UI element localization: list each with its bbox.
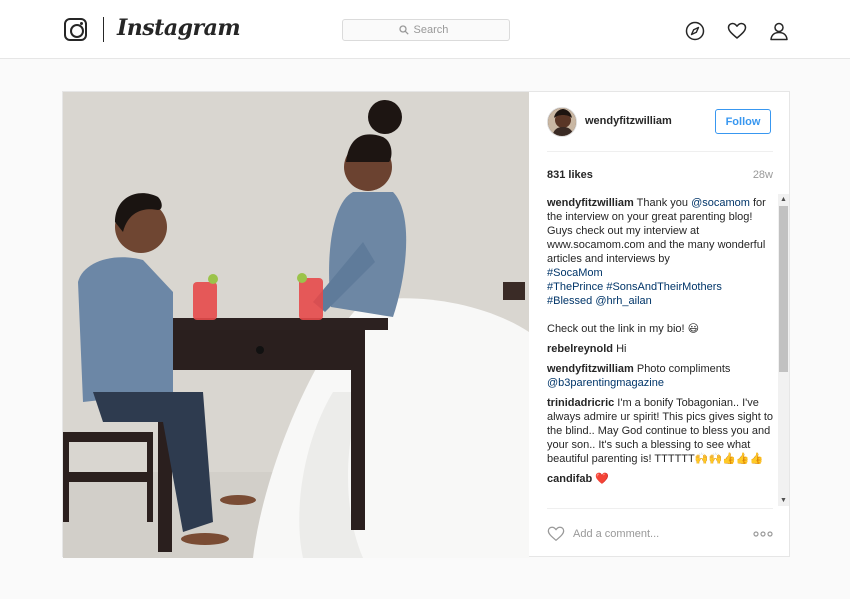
hashtag-link[interactable]: #ThePrince (547, 281, 603, 293)
post-photo[interactable] (63, 92, 529, 558)
post-age[interactable]: 28w (753, 169, 773, 181)
hashtag-link[interactable]: #SonsAndTheirMothers (606, 281, 722, 293)
top-nav: Instagram (0, 0, 850, 59)
comment-username[interactable]: candifab (547, 473, 592, 485)
scroll-down-arrow-icon[interactable]: ▼ (778, 495, 789, 506)
post-username[interactable]: wendyfitzwilliam (585, 115, 672, 127)
likes-count[interactable]: 831 likes (547, 169, 593, 181)
comments-list: wendyfitzwilliam Thank you @socamom for … (547, 196, 775, 502)
caption-text: Thank you (633, 197, 692, 209)
instagram-camera-icon[interactable] (64, 18, 87, 41)
scrollbar-thumb[interactable] (779, 206, 788, 372)
user-icon[interactable] (769, 21, 789, 41)
comment-username[interactable]: rebelreynold (547, 343, 613, 355)
hashtag-link[interactable]: #Blessed (547, 295, 592, 307)
add-comment-input[interactable] (573, 526, 733, 542)
heart-icon[interactable] (727, 21, 747, 41)
more-options-icon[interactable] (753, 527, 773, 541)
comment-text: Hi (613, 343, 627, 355)
follow-button[interactable]: Follow (715, 109, 771, 134)
search-box[interactable] (342, 19, 510, 41)
post-sidebar: wendyfitzwilliam Follow 831 likes 28w we… (529, 92, 791, 558)
comment-text: ❤️ (592, 473, 609, 485)
logo-divider (103, 17, 104, 42)
search-input[interactable] (413, 24, 454, 36)
hashtag-link[interactable]: #SocaMom (547, 267, 603, 279)
list-item: rebelreynold Hi (547, 342, 775, 356)
mention-link[interactable]: @socamom (691, 197, 750, 209)
avatar-portrait (548, 108, 576, 136)
caption-text: Check out the link in my bio! 😃 (547, 323, 700, 335)
comments-scrollbar[interactable]: ▲ ▼ (778, 194, 789, 506)
comment-username[interactable]: trinidadricric (547, 397, 614, 409)
scroll-up-arrow-icon[interactable]: ▲ (778, 194, 789, 205)
list-item: candifab ❤️ (547, 472, 775, 486)
post-card: wendyfitzwilliam Follow 831 likes 28w we… (62, 91, 791, 558)
caption: wendyfitzwilliam Thank you @socamom for … (547, 196, 775, 336)
search-icon (398, 25, 409, 35)
like-heart-icon[interactable] (547, 525, 565, 543)
post-header: wendyfitzwilliam Follow (547, 92, 773, 152)
comment-footer (547, 508, 773, 558)
mention-link[interactable]: @b3parentingmagazine (547, 377, 664, 389)
avatar[interactable] (547, 107, 577, 137)
comment-username[interactable]: wendyfitzwilliam (547, 363, 634, 375)
comment-text: Photo compliments (633, 363, 731, 375)
comment-username[interactable]: wendyfitzwilliam (547, 197, 634, 209)
list-item: trinidadricric I'm a bonify Tobagonian..… (547, 396, 775, 466)
instagram-wordmark[interactable]: Instagram (117, 15, 241, 41)
compass-icon[interactable] (685, 21, 705, 41)
mention-link[interactable]: @hrh_ailan (595, 295, 651, 307)
list-item: wendyfitzwilliam Photo compliments @b3pa… (547, 362, 775, 390)
post-photo-illustration (63, 92, 529, 558)
